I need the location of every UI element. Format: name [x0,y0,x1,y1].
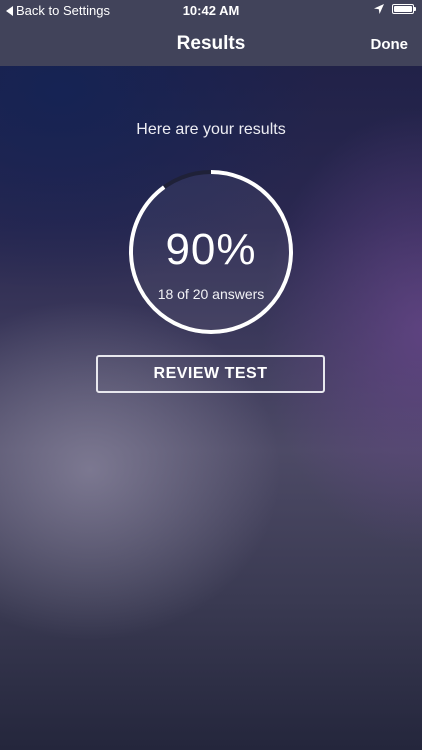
results-intro-text: Here are your results [136,121,286,138]
battery-icon [392,4,416,14]
done-button[interactable]: Done [371,36,409,53]
location-arrow-icon [374,4,384,14]
status-time: 10:42 AM [182,3,240,18]
page-title: Results [176,33,246,54]
review-test-button[interactable]: REVIEW TEST [96,355,325,393]
results-screen: Back to Settings 10:42 AM Results Done H… [0,0,422,750]
status-bar: Back to Settings 10:42 AM [0,0,422,22]
score-percentage: 90% [165,225,257,274]
status-indicators [374,4,416,14]
score-ring: 90% 18 of 20 answers [128,169,294,335]
score-answers-count: 18 of 20 answers [157,286,265,302]
navigation-bar: Results Done [0,22,422,66]
